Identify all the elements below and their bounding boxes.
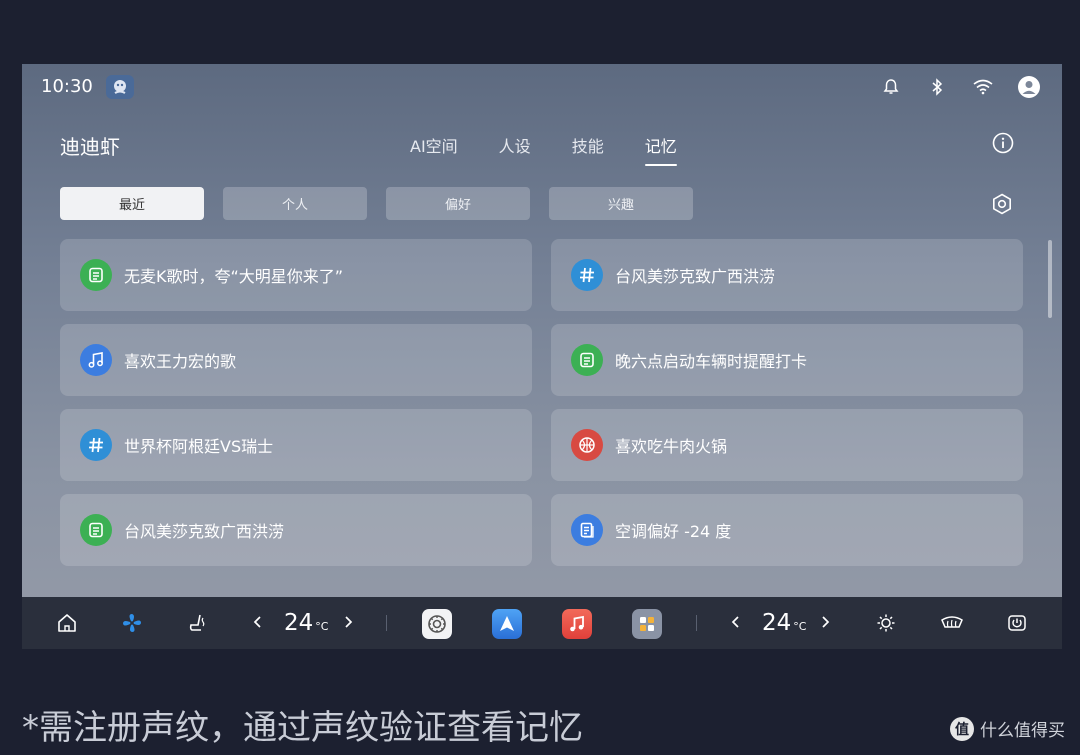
bluetooth-icon[interactable]: [924, 74, 950, 100]
car-screen: 10:30 迪迪虾 AI空间 人设 技能 记忆 最近 个人 偏好 兴趣 无麦K歌…: [22, 64, 1062, 649]
seat-heater-icon[interactable]: [182, 608, 212, 638]
basketball-icon: [571, 429, 603, 461]
right-temp-unit: °C: [793, 620, 807, 633]
filter-interest[interactable]: 兴趣: [549, 187, 693, 220]
right-temperature: 24 °C: [762, 610, 806, 636]
document-icon: [571, 514, 603, 546]
memory-card[interactable]: 晚六点启动车辆时提醒打卡: [551, 324, 1023, 396]
app-title: 迪迪虾: [60, 135, 120, 159]
filter-recent[interactable]: 最近: [60, 187, 204, 220]
left-temperature: 24 °C: [284, 610, 328, 636]
filter-chips: 最近 个人 偏好 兴趣: [60, 187, 693, 220]
wifi-icon[interactable]: [970, 74, 996, 100]
tab-memory[interactable]: 记忆: [644, 133, 677, 166]
dock-divider: [386, 615, 387, 631]
music-note-icon: [80, 344, 112, 376]
left-temp-unit: °C: [315, 620, 329, 633]
app-grid-icon[interactable]: [632, 609, 662, 639]
left-temp-down-button[interactable]: [248, 609, 268, 635]
tab-persona[interactable]: 人设: [499, 133, 531, 157]
tab-ai-space[interactable]: AI空间: [410, 133, 458, 157]
tab-skills[interactable]: 技能: [572, 133, 604, 157]
info-icon[interactable]: [990, 130, 1016, 156]
memory-card[interactable]: 空调偏好 -24 度: [551, 494, 1023, 566]
bottom-dock: 24 °C 24 °C: [22, 597, 1062, 649]
music-app-icon[interactable]: [562, 609, 592, 639]
hexagon-settings-icon[interactable]: [988, 190, 1016, 218]
memory-card[interactable]: 台风美莎克致广西洪涝: [60, 494, 532, 566]
note-icon: [80, 259, 112, 291]
clock: 10:30: [41, 76, 93, 97]
settings-app-icon[interactable]: [422, 609, 452, 639]
right-temp-up-button[interactable]: [815, 609, 835, 635]
bell-icon[interactable]: [878, 74, 904, 100]
memory-list: 无麦K歌时，夸“大明星你来了” 台风美莎克致广西洪涝 喜欢王力宏的歌 晚六点启动…: [60, 239, 1023, 566]
status-icons: [878, 74, 1042, 100]
left-temp-up-button[interactable]: [338, 609, 358, 635]
assistant-avatar-icon[interactable]: [106, 75, 134, 99]
memory-text: 喜欢王力宏的歌: [124, 352, 237, 371]
navigation-app-icon[interactable]: [492, 609, 522, 639]
sun-brightness-icon[interactable]: [871, 608, 901, 638]
note-icon: [571, 344, 603, 376]
watermark: 值 什么值得买: [950, 716, 1065, 741]
hashtag-icon: [80, 429, 112, 461]
watermark-text: 什么值得买: [980, 721, 1065, 741]
dock-divider: [696, 615, 697, 631]
hashtag-icon: [571, 259, 603, 291]
power-icon[interactable]: [1002, 608, 1032, 638]
user-icon[interactable]: [1016, 74, 1042, 100]
scrollbar[interactable]: [1048, 240, 1052, 318]
title-row: 迪迪虾 AI空间 人设 技能 记忆: [22, 124, 1062, 166]
right-temp-down-button[interactable]: [726, 609, 746, 635]
filter-preference[interactable]: 偏好: [386, 187, 530, 220]
caption-text: *需注册声纹，通过声纹验证查看记忆: [22, 708, 583, 748]
note-icon: [80, 514, 112, 546]
memory-text: 世界杯阿根廷VS瑞士: [124, 437, 274, 456]
memory-card[interactable]: 喜欢王力宏的歌: [60, 324, 532, 396]
windshield-defrost-icon[interactable]: [937, 608, 967, 638]
memory-text: 喜欢吃牛肉火锅: [615, 437, 728, 456]
right-temp-value: 24: [762, 610, 792, 636]
main-tabs: AI空间 人设 技能 记忆: [410, 133, 677, 166]
memory-card[interactable]: 台风美莎克致广西洪涝: [551, 239, 1023, 311]
memory-card[interactable]: 喜欢吃牛肉火锅: [551, 409, 1023, 481]
memory-text: 晚六点启动车辆时提醒打卡: [615, 352, 808, 371]
memory-text: 台风美莎克致广西洪涝: [615, 267, 776, 286]
watermark-logo-icon: 值: [950, 716, 974, 741]
memory-text: 台风美莎克致广西洪涝: [124, 522, 285, 541]
memory-text: 无麦K歌时，夸“大明星你来了”: [124, 267, 344, 286]
home-icon[interactable]: [52, 608, 82, 638]
filter-personal[interactable]: 个人: [223, 187, 367, 220]
left-temp-value: 24: [284, 610, 314, 636]
fan-icon[interactable]: [117, 608, 147, 638]
memory-card[interactable]: 世界杯阿根廷VS瑞士: [60, 409, 532, 481]
memory-text: 空调偏好 -24 度: [615, 522, 732, 541]
status-bar: 10:30: [22, 64, 1062, 110]
memory-card[interactable]: 无麦K歌时，夸“大明星你来了”: [60, 239, 532, 311]
